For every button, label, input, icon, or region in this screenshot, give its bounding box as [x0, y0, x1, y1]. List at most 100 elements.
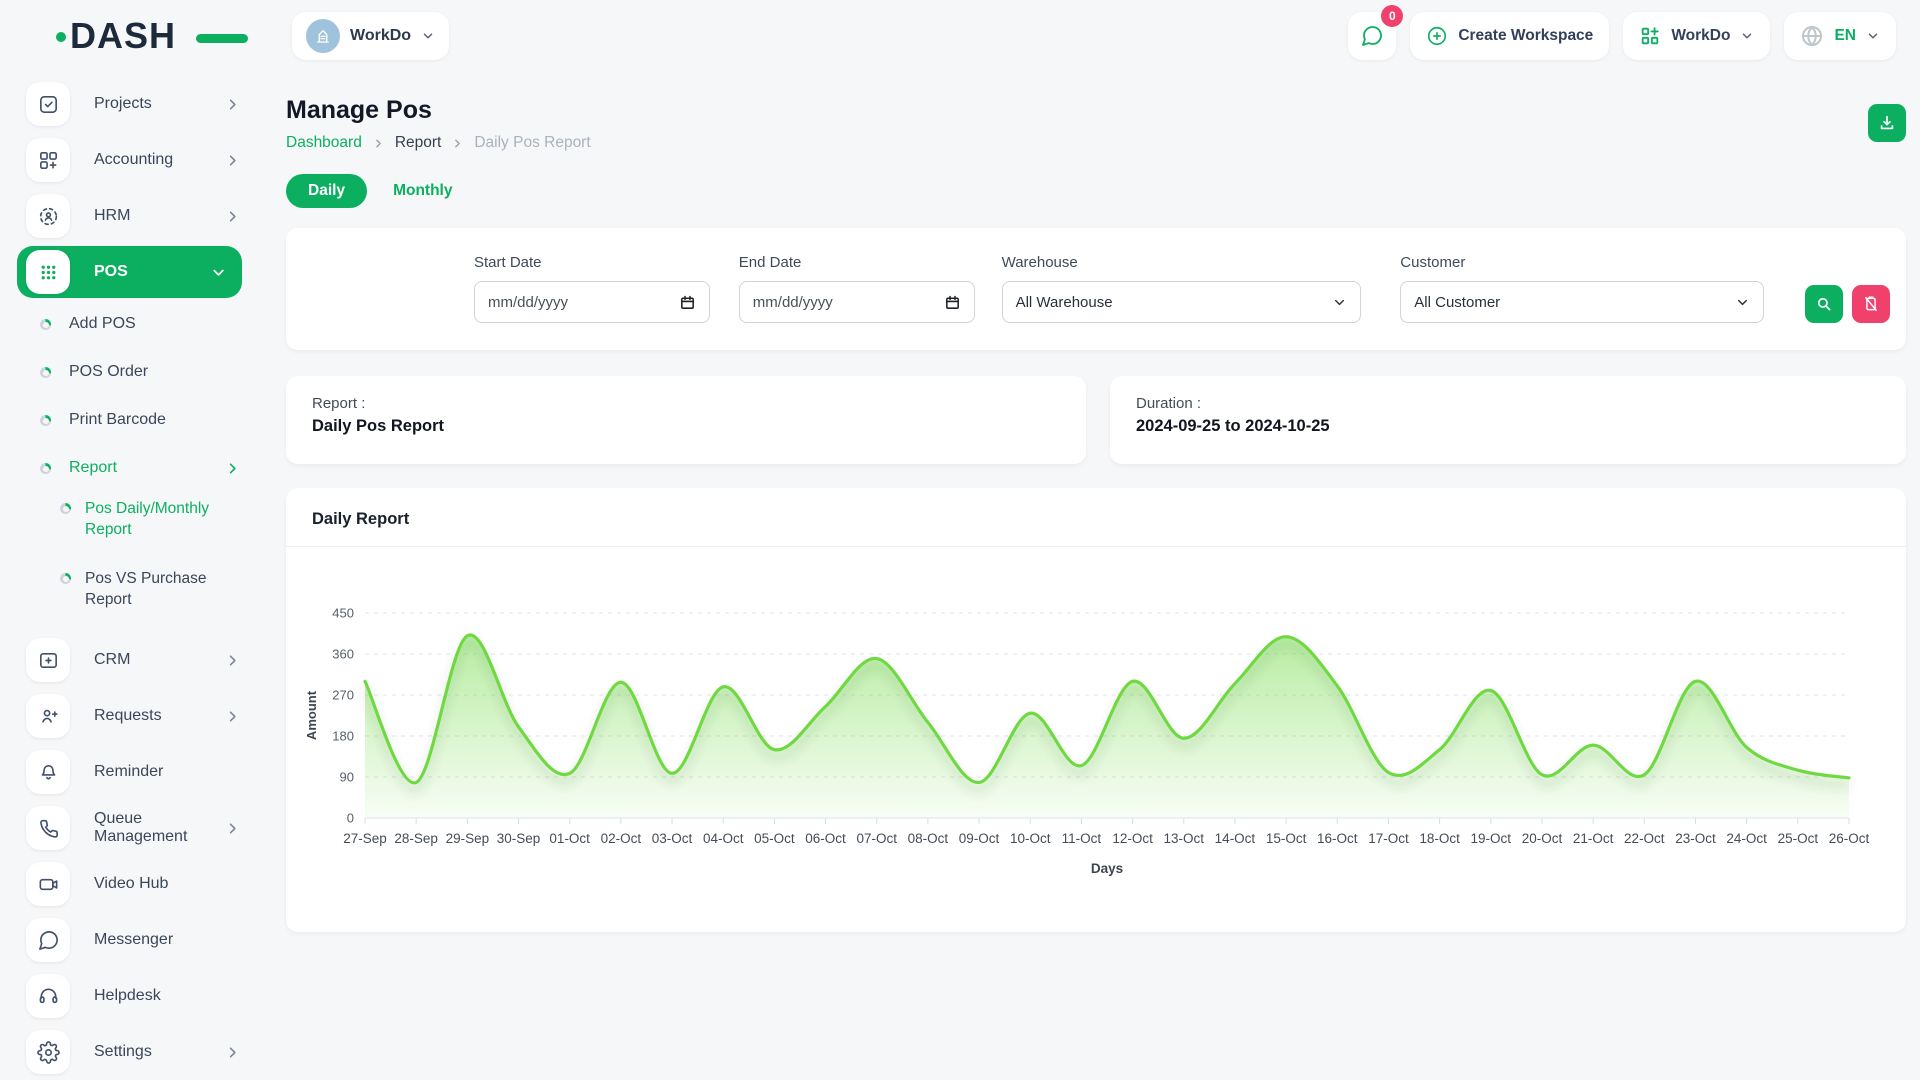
svg-text:16-Oct: 16-Oct [1317, 831, 1358, 846]
sidebar-item-accounting[interactable]: Accounting [0, 132, 260, 188]
sidebar-item-settings[interactable]: Settings [0, 1024, 260, 1080]
warehouse-field-group: Warehouse All Warehouse [1002, 254, 1362, 350]
svg-text:08-Oct: 08-Oct [908, 831, 949, 846]
sidebar-item-crm[interactable]: CRM [0, 632, 260, 688]
start-date-input[interactable]: mm/dd/yyyy [474, 281, 710, 323]
create-workspace-label: Create Workspace [1458, 27, 1593, 45]
sidebar-item-label: POS [94, 263, 128, 281]
create-workspace-button[interactable]: Create Workspace [1410, 12, 1609, 60]
svg-text:02-Oct: 02-Oct [601, 831, 642, 846]
sidebar-item-requests[interactable]: Requests [0, 688, 260, 744]
svg-text:180: 180 [332, 729, 354, 744]
sidebar-item-report[interactable]: Report [0, 444, 260, 492]
plus-circle-icon [1426, 25, 1448, 47]
sidebar-item-label: Pos VS Purchase Report [85, 568, 235, 610]
download-report-button[interactable] [1868, 104, 1906, 142]
svg-text:360: 360 [332, 647, 354, 662]
chevron-down-icon [421, 29, 435, 43]
svg-text:22-Oct: 22-Oct [1624, 831, 1665, 846]
logo-bar [196, 34, 248, 43]
sidebar-item-helpdesk[interactable]: Helpdesk [0, 968, 260, 1024]
sidebar-item-label: Print Barcode [69, 411, 166, 429]
customer-select[interactable]: All Customer [1400, 281, 1764, 323]
chart-title: Daily Report [286, 488, 1906, 547]
queue-phone-icon [26, 806, 70, 850]
tab-daily[interactable]: Daily [286, 174, 367, 208]
search-icon [1815, 295, 1833, 313]
warehouse-label: Warehouse [1002, 254, 1362, 271]
chevron-right-icon [225, 153, 240, 168]
project-check-icon [26, 82, 70, 126]
workspace-menu-label: WorkDo [1671, 27, 1730, 45]
language-selector[interactable]: EN [1784, 12, 1896, 60]
breadcrumb-current: Daily Pos Report [474, 134, 590, 152]
chevron-right-icon [225, 209, 240, 224]
sidebar-item-label: CRM [94, 651, 130, 669]
svg-text:90: 90 [340, 770, 354, 785]
workspace-menu-button[interactable]: WorkDo [1623, 12, 1770, 60]
sidebar-item-pos-order[interactable]: POS Order [0, 348, 260, 396]
sidebar-item-label: Add POS [69, 315, 136, 333]
breadcrumb-dashboard[interactable]: Dashboard [286, 134, 362, 152]
sidebar-item-pos-vs-purchase-report[interactable]: Pos VS Purchase Report [0, 562, 260, 632]
workspace-name: WorkDo [350, 27, 411, 45]
sidebar-item-pos[interactable]: POS [17, 246, 242, 298]
sidebar-item-add-pos[interactable]: Add POS [0, 300, 260, 348]
bullet-icon [60, 503, 71, 514]
language-label: EN [1834, 27, 1856, 45]
bullet-icon [40, 367, 51, 378]
svg-text:29-Sep: 29-Sep [446, 831, 490, 846]
bullet-icon [40, 463, 51, 474]
duration-label: Duration : [1136, 395, 1880, 412]
helpdesk-headset-icon [26, 974, 70, 1018]
sidebar-item-print-barcode[interactable]: Print Barcode [0, 396, 260, 444]
workspace-selector[interactable]: WorkDo [292, 12, 449, 60]
sidebar-item-label: Video Hub [94, 875, 168, 893]
calendar-icon [944, 294, 961, 311]
crm-card-icon [26, 638, 70, 682]
start-date-label: Start Date [474, 254, 710, 271]
end-date-input[interactable]: mm/dd/yyyy [739, 281, 975, 323]
sidebar-item-video-hub[interactable]: Video Hub [0, 856, 260, 912]
customer-label: Customer [1400, 254, 1764, 271]
report-period-tabs: Daily Monthly [286, 174, 1906, 208]
dash-logo[interactable]: DASH [70, 15, 220, 57]
tab-monthly[interactable]: Monthly [393, 182, 452, 200]
reset-filter-button[interactable] [1852, 285, 1890, 323]
sidebar-item-label: Report [69, 459, 117, 477]
duration-value: 2024-09-25 to 2024-10-25 [1136, 417, 1880, 436]
sidebar-item-label: Projects [94, 95, 152, 113]
svg-text:11-Oct: 11-Oct [1062, 831, 1102, 846]
svg-text:24-Oct: 24-Oct [1726, 831, 1767, 846]
sidebar-item-hrm[interactable]: HRM [0, 188, 260, 244]
hrm-icon [26, 194, 70, 238]
settings-gear-icon [26, 1030, 70, 1074]
svg-text:0: 0 [347, 811, 354, 826]
sidebar-item-queue-management[interactable]: Queue Management [0, 800, 260, 856]
breadcrumb-report[interactable]: Report [395, 134, 442, 152]
search-button[interactable] [1805, 285, 1843, 323]
bullet-icon [40, 415, 51, 426]
sidebar-item-reminder[interactable]: Reminder [0, 744, 260, 800]
svg-text:19-Oct: 19-Oct [1471, 831, 1512, 846]
svg-text:13-Oct: 13-Oct [1164, 831, 1205, 846]
svg-text:450: 450 [332, 606, 354, 621]
warehouse-select[interactable]: All Warehouse [1002, 281, 1362, 323]
message-icon [1360, 24, 1384, 48]
summary-cards-row: Report : Daily Pos Report Duration : 202… [286, 376, 1906, 464]
page-title: Manage Pos [286, 96, 1906, 125]
sidebar-item-projects[interactable]: Projects [0, 76, 260, 132]
sidebar-item-pos-daily-monthly-report[interactable]: Pos Daily/Monthly Report [0, 492, 260, 562]
end-date-field-group: End Date mm/dd/yyyy [739, 254, 975, 350]
svg-text:04-Oct: 04-Oct [703, 831, 744, 846]
chevron-down-icon [1332, 295, 1347, 310]
reset-filter-icon [1862, 295, 1880, 313]
workspace-grid-icon [1639, 25, 1661, 47]
report-value: Daily Pos Report [312, 417, 1060, 436]
sidebar-item-messenger[interactable]: Messenger [0, 912, 260, 968]
header-actions: 0 Create Workspace WorkDo EN [1348, 12, 1896, 60]
svg-text:30-Sep: 30-Sep [497, 831, 541, 846]
chevron-down-icon [1866, 29, 1880, 43]
logo-text: DASH [70, 15, 176, 56]
notifications-button[interactable]: 0 [1348, 12, 1396, 60]
